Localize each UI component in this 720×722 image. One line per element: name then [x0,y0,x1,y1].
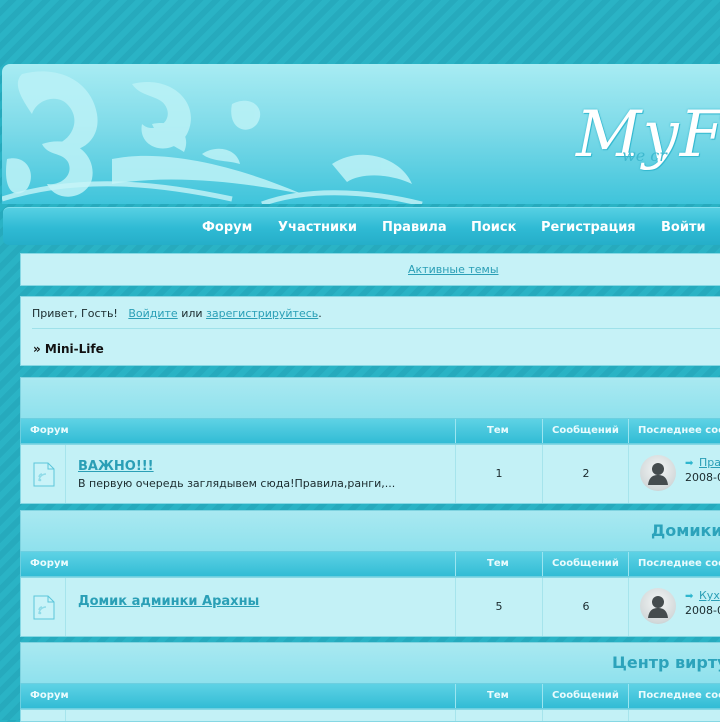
table-header: Форум Тем Сообщений Последнее сооб [20,418,720,444]
forum-row[interactable]: Домик админки Арахны 5 6 ➡ Кух 2008-0 [20,577,720,637]
column-divider [542,578,543,636]
main-nav: Форум Участники Правила Поиск Регистраци… [3,207,720,245]
th-posts: Сообщений [552,425,619,436]
category-header: Домики [20,510,720,552]
floral-decoration [2,71,423,204]
th-posts: Сообщений [552,690,619,701]
column-divider [542,445,543,503]
site-header: MyF we cr [2,64,720,204]
column-divider [628,578,629,636]
th-posts: Сообщений [552,558,619,569]
column-divider [455,684,456,708]
column-divider [455,710,456,721]
last-post-link[interactable]: Кух [699,589,720,602]
forum-title-link[interactable]: ВАЖНО!!! [78,459,154,474]
period: . [318,307,322,320]
column-divider [455,445,456,503]
column-divider [542,552,543,576]
arrow-right-icon: ➡ [685,458,694,469]
column-divider [542,419,543,443]
or-text: или [181,307,203,320]
last-post-date: 2008-0 [685,471,720,484]
column-divider [628,684,629,708]
th-last-post: Последнее сооб [638,425,720,436]
avatar[interactable] [640,455,676,491]
posts-count: 2 [582,467,590,480]
posts-count: 6 [582,600,590,613]
column-divider [65,445,66,503]
th-last-post: Последнее сооб [638,558,720,569]
active-topics-bar: Активные темы [20,253,720,286]
column-divider [628,419,629,443]
login-link[interactable]: Войдите [128,307,177,320]
column-divider [65,578,66,636]
th-forum: Форум [30,558,69,569]
forum-icon [33,462,55,487]
greeting: Привет, Гость! [32,307,118,320]
table-header: Форум Тем Сообщений Последнее сооб [20,551,720,577]
welcome-panel: Привет, Гость! Войдите или зарегистрируй… [20,296,720,366]
th-topics: Тем [487,558,509,569]
forum-icon [33,595,55,620]
user-silhouette-icon [648,463,668,485]
forum-row[interactable]: ВАЖНО!!! В первую очередь заглядывем сюд… [20,444,720,504]
nav-rules[interactable]: Правила [382,220,447,235]
category-header [20,377,720,419]
arrow-right-icon: ➡ [685,591,694,602]
nav-search[interactable]: Поиск [471,220,516,235]
column-divider [455,419,456,443]
column-divider [628,552,629,576]
active-topics-link[interactable]: Активные темы [408,263,499,276]
register-link[interactable]: зарегистрируйтесь [206,307,318,320]
nav-register[interactable]: Регистрация [541,220,636,235]
topics-count: 5 [495,600,503,613]
nav-members[interactable]: Участники [278,220,357,235]
column-divider [455,578,456,636]
avatar[interactable] [640,588,676,624]
column-divider [628,710,629,721]
category-title[interactable]: Домики [651,521,720,540]
divider [32,328,720,329]
column-divider [542,684,543,708]
top-strip [0,0,720,64]
forum-row[interactable] [20,709,720,722]
nav-login[interactable]: Войти [661,220,706,235]
column-divider [455,552,456,576]
breadcrumb[interactable]: » Mini-Life [33,342,104,356]
last-post-link[interactable]: Пра [699,456,720,469]
last-post-date: 2008-0 [685,604,720,617]
site-slogan: we cr [622,146,667,165]
category-title[interactable]: Центр вирту [612,653,720,672]
column-divider [542,710,543,721]
th-topics: Тем [487,690,509,701]
topics-count: 1 [495,467,503,480]
user-silhouette-icon [648,596,668,618]
table-header: Форум Тем Сообщений Последнее сооб [20,683,720,709]
category-header: Центр вирту [20,642,720,684]
column-divider [628,445,629,503]
column-divider [65,710,66,721]
forum-description: В первую очередь заглядывем сюда!Правила… [78,477,396,490]
th-forum: Форум [30,690,69,701]
forum-title-link[interactable]: Домик админки Арахны [78,594,259,609]
nav-forum[interactable]: Форум [202,220,252,235]
welcome-text: Привет, Гость! Войдите или зарегистрируй… [32,307,322,320]
th-last-post: Последнее сооб [638,690,720,701]
th-forum: Форум [30,425,69,436]
th-topics: Тем [487,425,509,436]
